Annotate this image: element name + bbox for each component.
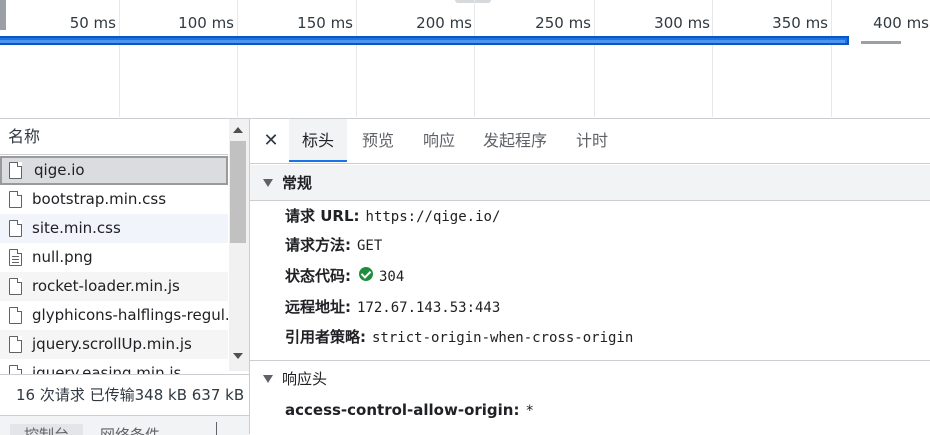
request-row[interactable]: bootstrap.min.css bbox=[0, 185, 228, 214]
request-name: jquery.easing.min.js bbox=[32, 364, 182, 374]
request-url-label: 请求 URL: bbox=[285, 207, 360, 225]
request-url-row: 请求 URL: https://qige.io/ bbox=[285, 201, 500, 231]
response-headers-section-header[interactable]: 响应头 bbox=[250, 360, 930, 396]
request-row[interactable]: site.min.css bbox=[0, 214, 228, 243]
request-list-scrollbar[interactable] bbox=[229, 119, 249, 371]
grid-line bbox=[119, 0, 120, 117]
scroll-down-arrow-icon[interactable] bbox=[233, 353, 243, 359]
tick-label: 300 ms bbox=[654, 14, 710, 32]
expand-triangle-icon bbox=[263, 179, 273, 187]
document-icon bbox=[9, 191, 22, 208]
document-icon bbox=[9, 278, 22, 295]
request-name: site.min.css bbox=[32, 219, 121, 237]
general-section-header[interactable]: 常规 bbox=[250, 165, 930, 201]
tick-label: 100 ms bbox=[178, 14, 234, 32]
response-headers-section-title: 响应头 bbox=[282, 370, 328, 388]
details-tabbar: ✕ 标头 预览 响应 发起程序 计时 bbox=[250, 119, 930, 164]
referrer-policy-row: 引用者策略: strict-origin-when-cross-origin bbox=[285, 322, 633, 352]
expand-triangle-icon bbox=[263, 375, 273, 383]
request-name: rocket-loader.min.js bbox=[32, 277, 180, 295]
remote-address-row: 远程地址: 172.67.143.53:443 bbox=[285, 292, 500, 322]
response-header-row: access-control-allow-origin: * bbox=[285, 395, 534, 425]
request-name: glyphicons-halflings-regul. bbox=[32, 306, 228, 324]
tab-network-conditions[interactable]: 网络条件 bbox=[100, 424, 160, 435]
request-url-value: https://qige.io/ bbox=[365, 209, 501, 225]
document-icon bbox=[9, 307, 22, 324]
document-icon bbox=[9, 365, 22, 374]
request-method-value: GET bbox=[357, 238, 383, 254]
request-row[interactable]: rocket-loader.min.js bbox=[0, 272, 228, 301]
scroll-thumb[interactable] bbox=[230, 141, 246, 243]
request-row[interactable]: glyphicons-halflings-regul. bbox=[0, 301, 228, 330]
tick-label: 50 ms bbox=[69, 14, 116, 32]
status-code-label: 状态代码: bbox=[285, 267, 351, 285]
request-waterfall-bar-small[interactable] bbox=[861, 41, 901, 44]
document-icon bbox=[9, 162, 22, 179]
remote-address-value: 172.67.143.53:443 bbox=[357, 300, 501, 316]
image-file-icon bbox=[9, 249, 22, 266]
request-name: null.png bbox=[32, 248, 93, 266]
request-name: qige.io bbox=[34, 161, 85, 179]
request-list-panel: 名称 qige.io bootstrap.min.css site.min.cs… bbox=[0, 119, 250, 435]
request-waterfall-bar[interactable] bbox=[0, 36, 849, 45]
referrer-policy-label: 引用者策略: bbox=[285, 328, 366, 346]
response-header-key: access-control-allow-origin: bbox=[285, 401, 520, 419]
tab-headers[interactable]: 标头 bbox=[289, 119, 348, 162]
request-method-label: 请求方法: bbox=[285, 236, 351, 254]
status-code-value: 304 bbox=[379, 269, 405, 285]
network-summary: 16 次请求 已传输348 kB 637 kB bbox=[0, 374, 249, 414]
grid-line bbox=[712, 0, 713, 117]
request-row[interactable]: qige.io bbox=[0, 156, 228, 185]
timeline-resize-grip[interactable] bbox=[455, 0, 491, 3]
general-section-title: 常规 bbox=[282, 174, 313, 192]
request-list: qige.io bootstrap.min.css site.min.css n… bbox=[0, 156, 228, 374]
tab-timing[interactable]: 计时 bbox=[576, 119, 608, 162]
tab-response[interactable]: 响应 bbox=[423, 119, 455, 162]
status-code-row: 状态代码: 304 bbox=[285, 261, 404, 291]
tab-initiator[interactable]: 发起程序 bbox=[483, 119, 547, 162]
request-row[interactable]: null.png bbox=[0, 243, 228, 272]
grid-line bbox=[594, 0, 595, 117]
response-header-value: * bbox=[525, 403, 534, 419]
timeline-overview[interactable]: 50 ms 100 ms 150 ms 200 ms 250 ms 300 ms… bbox=[0, 0, 930, 119]
drawer-tabbar: 控制台 网络条件 bbox=[0, 415, 249, 435]
request-row[interactable]: jquery.easing.min.js bbox=[0, 359, 228, 374]
waterfall-bar-fill bbox=[0, 40, 845, 43]
status-ok-icon bbox=[359, 266, 373, 281]
request-name: jquery.scrollUp.min.js bbox=[32, 335, 192, 353]
tick-label: 150 ms bbox=[297, 14, 353, 32]
grid-line bbox=[356, 0, 357, 117]
tab-preview[interactable]: 预览 bbox=[362, 119, 394, 162]
grid-line bbox=[474, 0, 475, 117]
close-icon[interactable]: ✕ bbox=[262, 130, 280, 151]
request-row[interactable]: jquery.scrollUp.min.js bbox=[0, 330, 228, 359]
grid-line bbox=[237, 0, 238, 117]
name-column-header[interactable]: 名称 bbox=[0, 119, 228, 155]
remote-address-label: 远程地址: bbox=[285, 298, 351, 316]
document-icon bbox=[9, 220, 22, 237]
document-icon bbox=[9, 336, 22, 353]
tick-label: 200 ms bbox=[416, 14, 472, 32]
request-method-row: 请求方法: GET bbox=[285, 230, 382, 260]
request-name: bootstrap.min.css bbox=[32, 190, 167, 208]
referrer-policy-value: strict-origin-when-cross-origin bbox=[372, 330, 634, 346]
tick-label: 400 ms bbox=[873, 14, 929, 32]
tab-divider bbox=[216, 422, 217, 435]
tick-label: 250 ms bbox=[535, 14, 591, 32]
request-details-panel: ✕ 标头 预览 响应 发起程序 计时 常规 请求 URL: https://qig… bbox=[250, 119, 930, 434]
scroll-up-arrow-icon[interactable] bbox=[233, 127, 243, 133]
tab-console[interactable]: 控制台 bbox=[10, 424, 84, 435]
